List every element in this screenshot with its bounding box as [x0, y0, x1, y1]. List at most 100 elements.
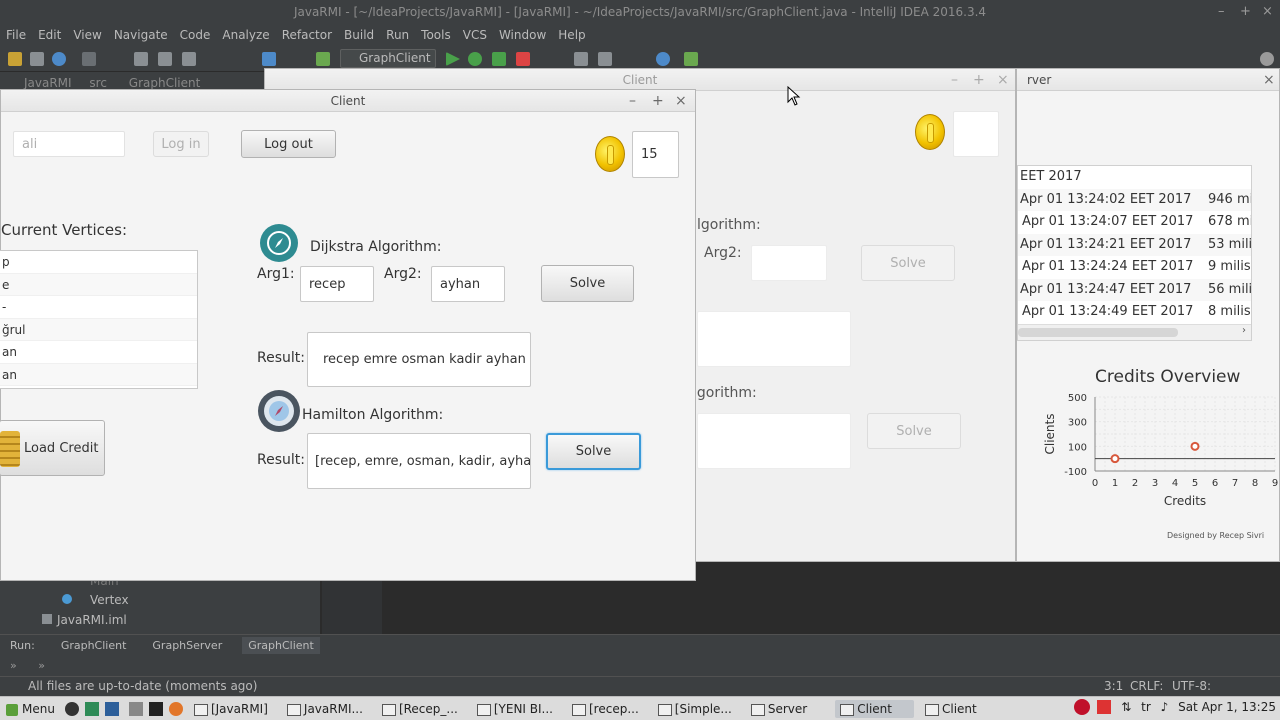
- taskbar-item-3[interactable]: [YENI BI...: [472, 700, 561, 718]
- dijkstra-solve-button[interactable]: Solve: [541, 265, 634, 302]
- expand-icon[interactable]: »: [10, 659, 17, 672]
- scrollbar-thumb[interactable]: [1018, 328, 1178, 337]
- load-credit-button[interactable]: Load Credit: [0, 420, 105, 476]
- list-item[interactable]: p: [0, 251, 197, 274]
- run-tab-graphserver[interactable]: GraphServer: [146, 637, 228, 654]
- clion-icon[interactable]: [84, 701, 99, 716]
- taskbar-item-0[interactable]: [JavaRMI]: [189, 700, 276, 718]
- taskbar-item-client-active[interactable]: Client: [835, 699, 914, 718]
- nav-project[interactable]: JavaRMI: [24, 76, 72, 90]
- run-tab-graphclient-1[interactable]: GraphClient: [55, 637, 133, 654]
- browser-icon[interactable]: [64, 701, 79, 716]
- server-close-icon[interactable]: ×: [1263, 69, 1275, 91]
- start-menu-button[interactable]: Menu: [0, 702, 61, 716]
- menu-run[interactable]: Run: [386, 28, 409, 42]
- solve-button-back[interactable]: Solve: [861, 245, 955, 281]
- keyboard-layout[interactable]: tr: [1141, 700, 1151, 714]
- menu-edit[interactable]: Edit: [38, 28, 61, 42]
- caret-position[interactable]: 3:1: [1104, 677, 1123, 696]
- volume-icon[interactable]: ♪: [1161, 700, 1169, 714]
- more-icon[interactable]: »: [38, 659, 45, 672]
- scroll-right-icon[interactable]: ›: [1242, 325, 1246, 336]
- menu-help[interactable]: Help: [558, 28, 585, 42]
- table-row[interactable]: Apr 01 13:24:49 EET 2017 8 milise: [1018, 301, 1251, 324]
- paste-icon[interactable]: [182, 52, 196, 66]
- list-item[interactable]: ğrul: [0, 318, 197, 341]
- client-minimize-icon[interactable]: –: [629, 90, 636, 112]
- settings-icon[interactable]: [574, 52, 588, 66]
- line-separator[interactable]: CRLF:: [1130, 677, 1163, 696]
- taskbar-item-2[interactable]: [Recep_...: [377, 700, 466, 718]
- run-tab-graphclient-2[interactable]: GraphClient: [242, 637, 320, 654]
- record-icon[interactable]: [1073, 699, 1090, 715]
- hamilton-solve-button[interactable]: Solve: [546, 433, 641, 470]
- solve-button-2-back[interactable]: Solve: [867, 413, 961, 449]
- firefox-icon[interactable]: [168, 701, 183, 716]
- clock[interactable]: Sat Apr 1, 13:25: [1178, 700, 1276, 714]
- vertices-list[interactable]: p e - ğrul an an: [0, 250, 198, 389]
- arg2-input[interactable]: ayhan: [431, 266, 505, 302]
- client-close-icon[interactable]: ×: [675, 90, 687, 112]
- menu-refactor[interactable]: Refactor: [282, 28, 332, 42]
- files-icon[interactable]: [104, 701, 119, 716]
- list-item[interactable]: an: [0, 363, 197, 386]
- table-row[interactable]: EET 2017: [1018, 166, 1251, 189]
- search-everywhere-icon[interactable]: [1260, 52, 1274, 66]
- coverage-icon[interactable]: [492, 52, 506, 66]
- list-item[interactable]: -: [0, 296, 197, 319]
- sync-icon[interactable]: [52, 52, 66, 66]
- menu-file[interactable]: File: [6, 28, 26, 42]
- hamilton-result-field-back[interactable]: [697, 413, 851, 469]
- menu-window[interactable]: Window: [499, 28, 546, 42]
- menu-analyze[interactable]: Analyze: [222, 28, 269, 42]
- taskbar-item-client[interactable]: Client: [920, 700, 999, 718]
- arg2-field-back[interactable]: [751, 245, 827, 281]
- run-configuration-select[interactable]: GraphClient: [340, 49, 436, 68]
- credits-field-back[interactable]: [953, 111, 999, 157]
- taskbar-item-server[interactable]: Server: [746, 700, 829, 718]
- vcs-icon[interactable]: [684, 52, 698, 66]
- menu-build[interactable]: Build: [344, 28, 374, 42]
- list-item[interactable]: e: [0, 273, 197, 296]
- arg1-input[interactable]: recep: [300, 266, 374, 302]
- list-item[interactable]: an: [0, 341, 197, 364]
- taskbar-item-5[interactable]: [Simple...: [653, 700, 740, 718]
- project-structure-icon[interactable]: [598, 52, 612, 66]
- run-icon[interactable]: [446, 52, 460, 66]
- table-row[interactable]: Apr 01 13:24:07 EET 2017 678 mil: [1018, 211, 1251, 234]
- save-icon[interactable]: [30, 52, 44, 66]
- client-back-minimize-icon[interactable]: –: [951, 69, 958, 91]
- nav-src[interactable]: src: [89, 76, 107, 90]
- client-maximize-icon[interactable]: +: [652, 90, 664, 112]
- menu-view[interactable]: View: [73, 28, 101, 42]
- dijkstra-result-field[interactable]: recep emre osman kadir ayhan: [307, 332, 531, 387]
- terminal-icon[interactable]: [148, 701, 163, 716]
- logout-button[interactable]: Log out: [241, 130, 336, 158]
- tray-close-icon[interactable]: [1097, 700, 1112, 714]
- tree-item-vertex[interactable]: Vertex: [90, 593, 129, 607]
- debug-icon[interactable]: [468, 52, 482, 66]
- cut-icon[interactable]: [134, 52, 148, 66]
- username-input[interactable]: ali: [13, 131, 125, 157]
- ide-maximize-icon[interactable]: +: [1240, 0, 1251, 24]
- stop-icon[interactable]: [516, 52, 530, 66]
- screen-icon[interactable]: [128, 701, 143, 716]
- tree-item-iml[interactable]: JavaRMI.iml: [57, 613, 127, 627]
- ide-close-icon[interactable]: ×: [1262, 0, 1273, 24]
- client-back-maximize-icon[interactable]: +: [973, 69, 985, 91]
- result-field-back[interactable]: [697, 311, 851, 367]
- help-icon[interactable]: [656, 52, 670, 66]
- login-button[interactable]: Log in: [153, 131, 209, 157]
- hamilton-result-field[interactable]: [recep, emre, osman, kadir, ayhan]: [307, 433, 531, 489]
- taskbar-item-4[interactable]: [recep...: [567, 700, 647, 718]
- table-row[interactable]: Apr 01 13:24:24 EET 2017 9 milise: [1018, 256, 1251, 279]
- table-row[interactable]: Apr 01 13:24:02 EET 2017 946 milise: [1018, 188, 1251, 211]
- file-encoding[interactable]: UTF-8:: [1172, 677, 1211, 696]
- table-row[interactable]: Apr 01 13:24:47 EET 2017 56 milisec: [1018, 278, 1251, 301]
- back-icon[interactable]: [262, 52, 276, 66]
- network-icon[interactable]: ⇅: [1121, 700, 1131, 714]
- copy-icon[interactable]: [158, 52, 172, 66]
- undo-icon[interactable]: [82, 52, 96, 66]
- credits-field[interactable]: 15: [632, 131, 679, 178]
- menu-code[interactable]: Code: [180, 28, 211, 42]
